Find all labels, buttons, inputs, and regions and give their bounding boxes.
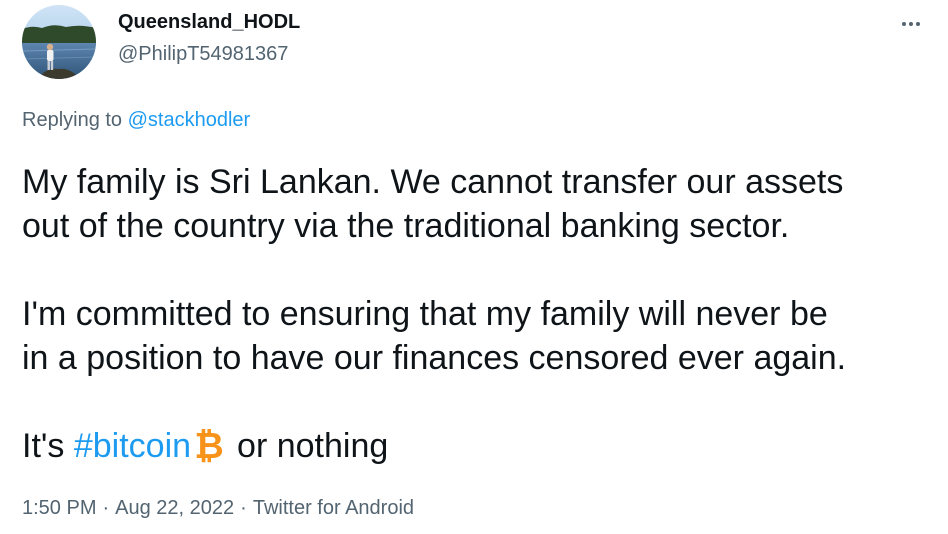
more-dot xyxy=(916,22,920,26)
more-dots-icon[interactable] xyxy=(895,14,927,34)
more-dot xyxy=(902,22,906,26)
svg-text:₿: ₿ xyxy=(194,427,223,463)
avatar-photo xyxy=(22,5,96,79)
tweet-text-line: in a position to have our finances censo… xyxy=(22,339,847,377)
replying-to-line: Replying to @stackhodler xyxy=(22,109,250,132)
text-prefix: It's xyxy=(22,427,65,465)
tweet-text-line: out of the country via the traditional b… xyxy=(22,207,790,245)
meta-separator: · xyxy=(240,497,247,519)
tweet-time[interactable]: 1:50 PM xyxy=(22,497,96,519)
tweet-card: Queensland_HODL @PhilipT54981367 Replyin… xyxy=(0,0,948,534)
tweet-meta: 1:50 PM · Aug 22, 2022 · Twitter for Android xyxy=(22,497,414,520)
tweet-text-line: My family is Sri Lankan. We cannot trans… xyxy=(22,163,844,201)
tweet-text-line-last: It's #bitcoin ₿ or nothing xyxy=(22,424,932,474)
tweet-text-line: I'm committed to ensuring that my family… xyxy=(22,295,828,333)
author-display-name[interactable]: Queensland_HODL xyxy=(118,11,300,34)
tweet-text: My family is Sri Lankan. We cannot trans… xyxy=(22,160,932,474)
hashtag-link[interactable]: #bitcoin xyxy=(74,427,191,465)
reply-mention-link[interactable]: @stackhodler xyxy=(128,109,251,131)
text-suffix: or nothing xyxy=(237,427,389,465)
bitcoin-symbol-icon: ₿ xyxy=(193,426,225,474)
tweet-date[interactable]: Aug 22, 2022 xyxy=(115,497,234,519)
tweet-source[interactable]: Twitter for Android xyxy=(253,497,414,519)
avatar[interactable] xyxy=(22,5,96,79)
replying-to-label: Replying to xyxy=(22,109,123,131)
more-dot xyxy=(909,22,913,26)
meta-separator: · xyxy=(102,497,110,519)
author-handle[interactable]: @PhilipT54981367 xyxy=(118,43,288,66)
